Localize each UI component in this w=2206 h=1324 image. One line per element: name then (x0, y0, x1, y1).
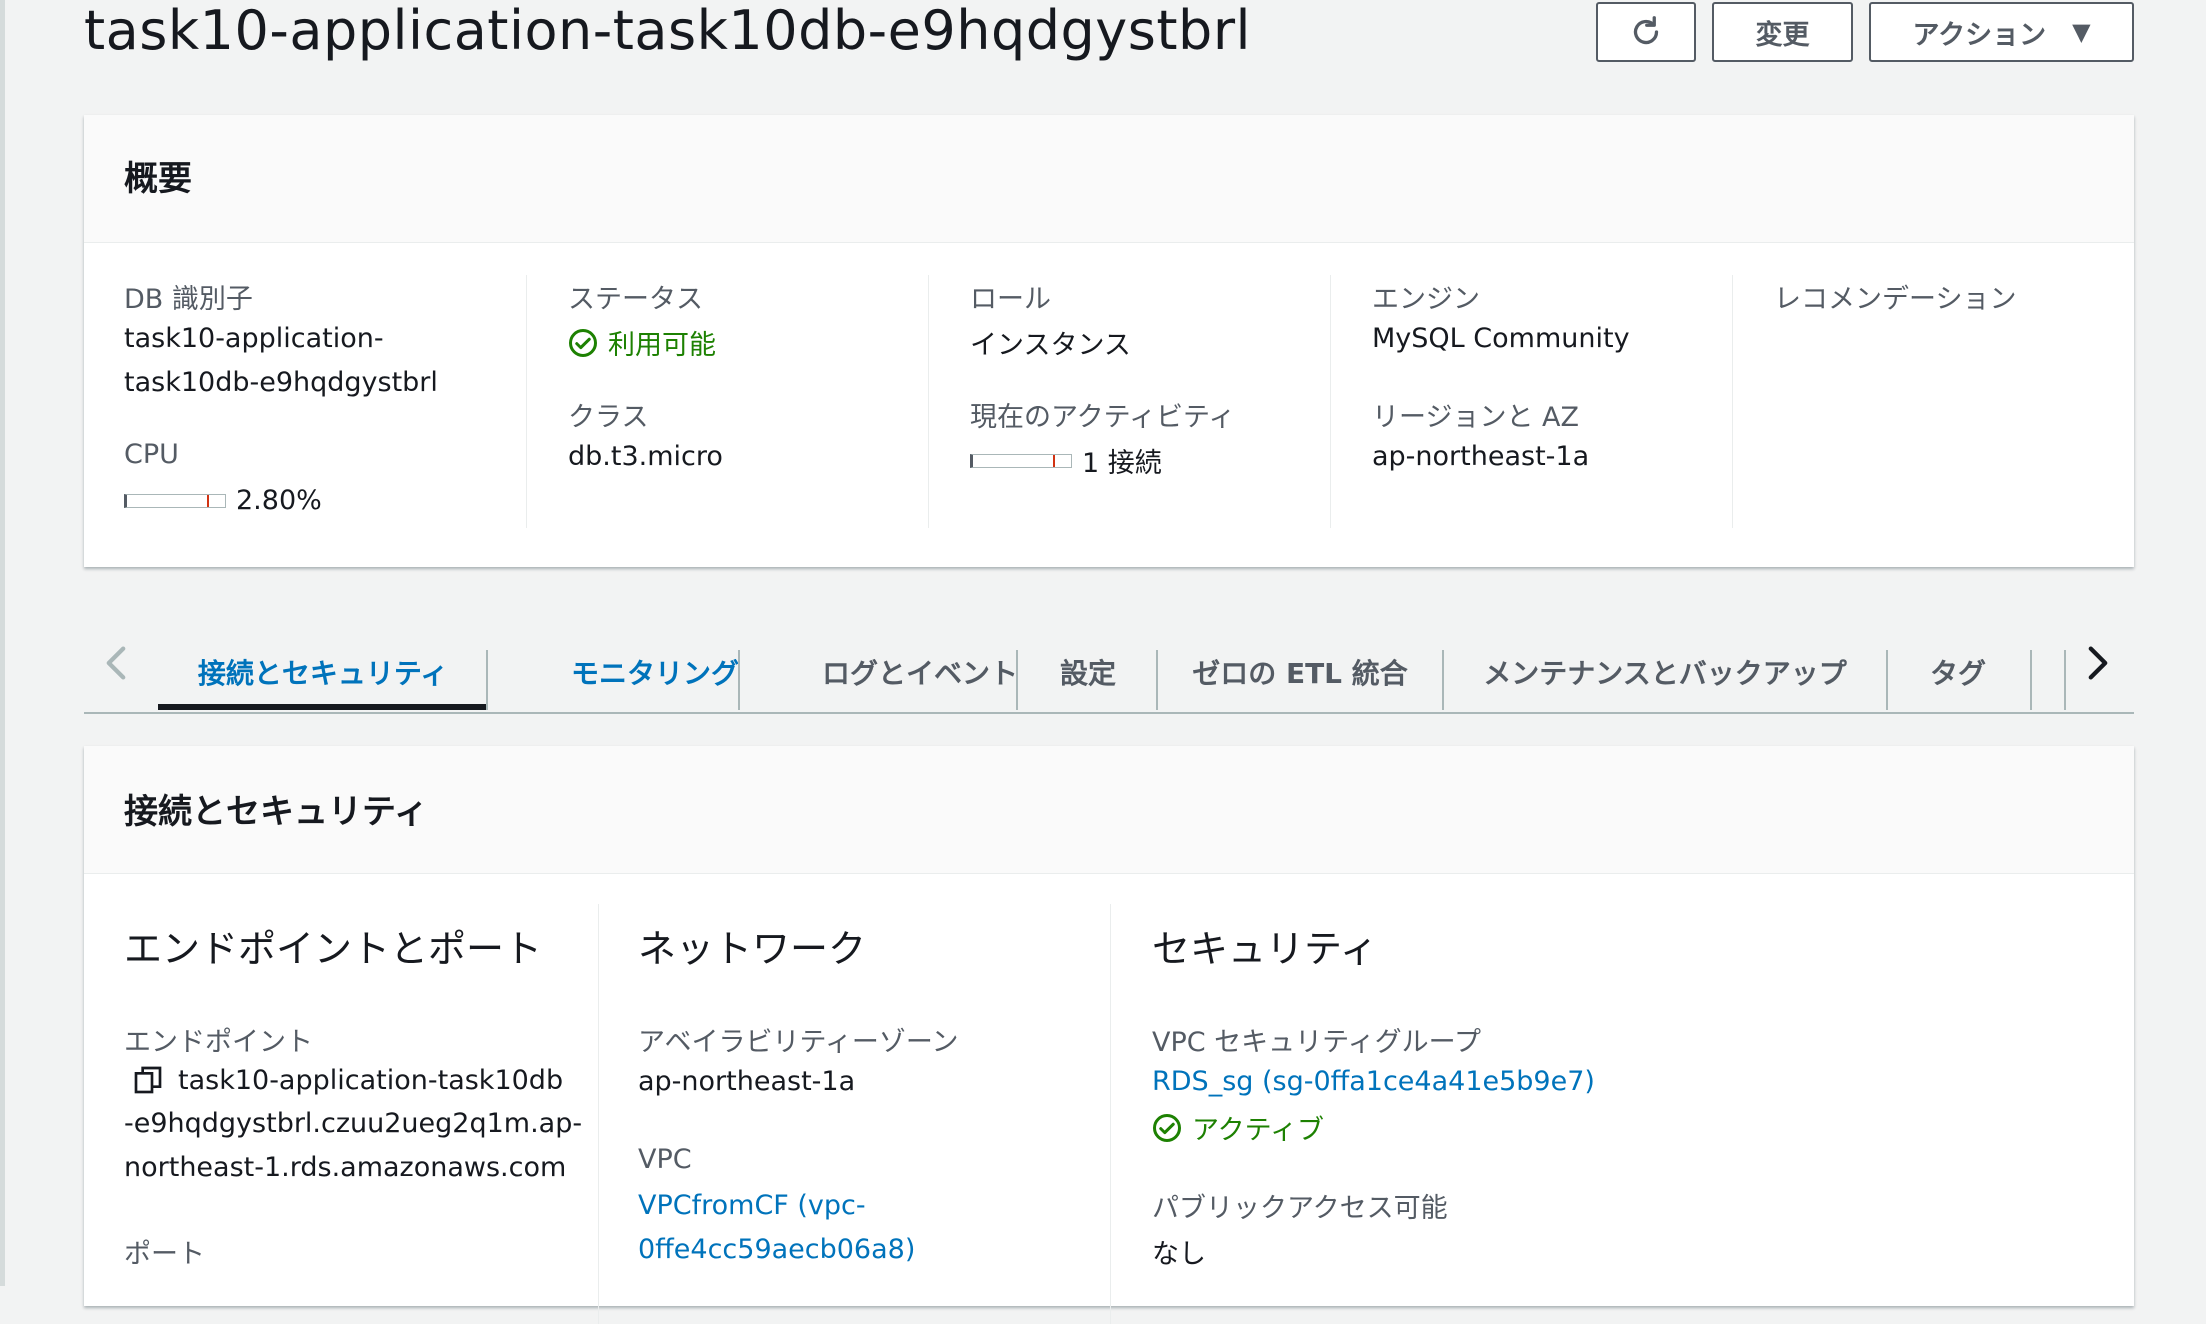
tab-zero-etl[interactable]: ゼロの ETL 統合 (1158, 632, 1442, 712)
security-group-status-text: アクティブ (1192, 1115, 1325, 1146)
engine-value: MySQL Community (1372, 323, 1630, 354)
tab-bar: 接続とセキュリティ モニタリング ログとイベント 設定 ゼロの ETL 統合 メ… (84, 604, 2134, 714)
tab-separator (2030, 650, 2032, 710)
region-az-label: リージョンと AZ (1372, 402, 1580, 433)
security-group-link[interactable]: RDS_sg (sg-0ffa1ce4a41e5b9e7) (1152, 1066, 1595, 1097)
security-group-status: アクティブ (1152, 1108, 1324, 1147)
endpoint-label: エンドポイント (124, 1027, 313, 1058)
divider (1330, 275, 1331, 528)
refresh-button[interactable] (1596, 2, 1696, 62)
chevron-left-icon (106, 646, 126, 680)
tab-separator (2064, 650, 2066, 710)
tab-maintenance-backup[interactable]: メンテナンスとバックアップ (1444, 632, 1886, 712)
status-label: ステータス (568, 284, 703, 315)
class-label: クラス (568, 402, 649, 433)
actions-button-label: アクション (1912, 19, 2047, 51)
status-text: 利用可能 (608, 330, 716, 361)
success-check-icon (1153, 1113, 1181, 1142)
recommendation-label: レコメンデーション (1774, 284, 2017, 315)
tab-tags[interactable]: タグ (1888, 632, 2028, 712)
vpc-label: VPC (638, 1144, 692, 1175)
endpoint-value-line1: task10-application-task10db (132, 1064, 563, 1096)
overview-title: 概要 (124, 159, 192, 199)
db-identifier-label: DB 識別子 (124, 284, 253, 315)
activity-value: 1 接続 (1082, 448, 1162, 479)
tab-configuration[interactable]: 設定 (1018, 632, 1158, 712)
endpoint-port-heading: エンドポイントとポート (124, 927, 543, 971)
activity-progress-bar (970, 453, 1072, 468)
copy-icon[interactable] (132, 1064, 164, 1096)
refresh-icon (1633, 16, 1659, 45)
overview-header (84, 115, 2134, 243)
cpu-value: 2.80% (236, 485, 322, 516)
active-tab-indicator (158, 704, 488, 710)
network-heading: ネットワーク (638, 927, 867, 971)
cpu-label: CPU (124, 439, 179, 470)
role-value: インスタンス (970, 330, 1131, 361)
connectivity-title: 接続とセキュリティ (124, 792, 428, 832)
role-label: ロール (970, 284, 1051, 315)
modify-button[interactable]: 変更 (1712, 2, 1853, 62)
port-label: ポート (124, 1239, 205, 1270)
vpc-link-line1[interactable]: VPCfromCF (vpc- (638, 1190, 866, 1221)
connectivity-security-panel: 接続とセキュリティ エンドポイントとポート エンドポイント task10-app… (84, 746, 2134, 1324)
tab-connectivity-security[interactable]: 接続とセキュリティ (158, 632, 488, 712)
tabs-scroll-right-button[interactable] (2078, 632, 2118, 694)
db-identifier-value-line2: task10db-e9hqdgystbrl (124, 367, 438, 398)
endpoint-value-line3: northeast-1.rds.amazonaws.com (124, 1152, 567, 1183)
divider (1110, 904, 1111, 1324)
public-access-value: なし (1152, 1239, 1206, 1270)
public-access-label: パブリックアクセス可能 (1152, 1193, 1448, 1224)
region-az-value: ap-northeast-1a (1372, 441, 1590, 472)
divider (598, 904, 599, 1324)
availability-zone-value: ap-northeast-1a (638, 1066, 856, 1097)
overview-panel: 概要 DB 識別子 task10-application- task10db-e… (84, 115, 2134, 567)
endpoint-text-line1: task10-application-task10db (178, 1064, 564, 1096)
security-heading: セキュリティ (1152, 927, 1378, 971)
db-identifier-value-line1: task10-application- (124, 323, 384, 354)
vpc-security-group-label: VPC セキュリティグループ (1152, 1027, 1481, 1058)
tabs-scroll-left-button[interactable] (96, 632, 136, 694)
modify-button-label: 変更 (1755, 19, 1810, 51)
divider (1732, 275, 1733, 528)
availability-zone-label: アベイラビリティーゾーン (638, 1027, 959, 1058)
divider (526, 275, 527, 528)
cpu-meter: 2.80% (124, 485, 322, 516)
status-value: 利用可能 (568, 323, 716, 362)
endpoint-value-line2: -e9hqdgystbrl.czuu2ueg2q1m.ap- (124, 1108, 583, 1139)
activity-label: 現在のアクティビティ (970, 402, 1236, 433)
engine-label: エンジン (1372, 284, 1480, 315)
left-border (0, 0, 5, 1286)
chevron-right-icon (2088, 646, 2108, 680)
divider (928, 275, 929, 528)
vpc-link-line2[interactable]: 0ffe4cc59aecb06a8) (638, 1234, 915, 1265)
page-title: task10-application-task10db-e9hqdgystbrl (84, 0, 1252, 62)
caret-down-icon: ▼ (2072, 18, 2091, 46)
cpu-progress-bar (124, 493, 226, 508)
class-value: db.t3.micro (568, 441, 723, 472)
activity-meter: 1 接続 (970, 441, 1162, 480)
success-check-icon (569, 328, 597, 357)
actions-dropdown-button[interactable]: アクション ▼ (1869, 2, 2134, 62)
